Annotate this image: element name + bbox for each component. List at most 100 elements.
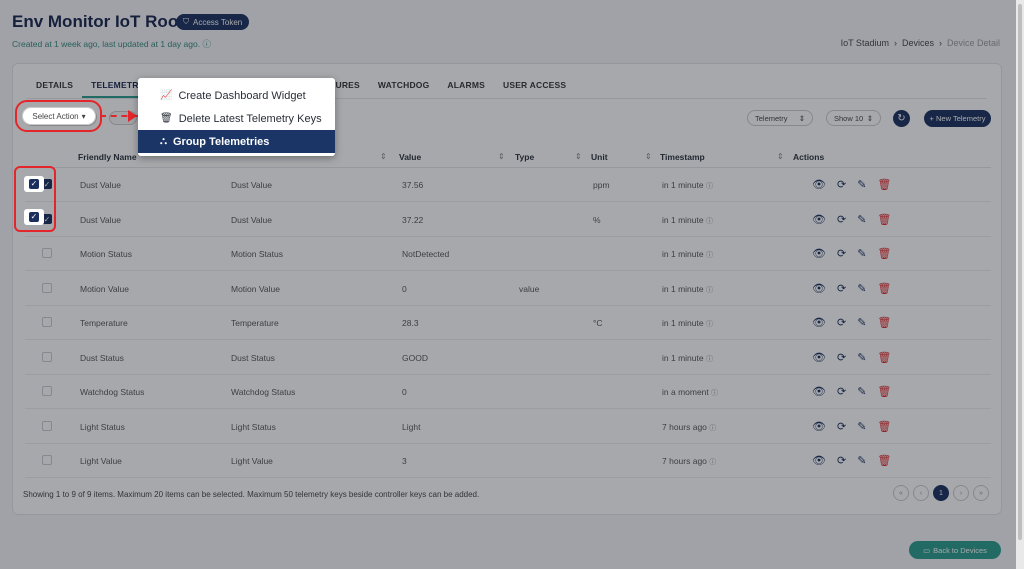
row-actions: 👁 ⟳ ✎ 🗑 <box>812 455 891 467</box>
col-unit[interactable]: Unit <box>591 152 608 162</box>
eye-icon[interactable]: 👁 <box>812 352 826 364</box>
eye-icon[interactable]: 👁 <box>812 455 826 467</box>
row-actions: 👁 ⟳ ✎ 🗑 <box>812 352 891 364</box>
tab-alarms[interactable]: ALARMS <box>438 78 494 98</box>
cell-timestamp: in 1 minute ⓘ <box>662 284 713 295</box>
timestamp-text: 7 hours ago <box>662 421 707 432</box>
breadcrumb-devices[interactable]: Devices <box>902 38 934 48</box>
trash-icon[interactable]: 🗑 <box>877 455 891 467</box>
row-checkbox[interactable] <box>42 282 52 293</box>
row-checkbox[interactable] <box>42 386 52 396</box>
pencil-icon[interactable]: ✎ <box>857 214 866 226</box>
trash-icon[interactable]: 🗑 <box>877 386 891 398</box>
access-token-badge[interactable]: ⛉ Access Token <box>176 14 250 30</box>
eye-icon[interactable]: 👁 <box>812 386 826 398</box>
back-to-devices-button[interactable]: ▭ Back to Devices <box>909 541 1001 559</box>
select-action-menu: 📈 Create Dashboard Widget 🗑 Delete Lates… <box>138 78 335 156</box>
row-checkbox[interactable] <box>42 455 52 465</box>
col-value[interactable]: Value <box>399 152 421 162</box>
row-actions: 👁 ⟳ ✎ 🗑 <box>812 179 891 191</box>
pencil-icon[interactable]: ✎ <box>857 248 866 260</box>
sort-icon[interactable]: ⇕ <box>645 152 652 161</box>
sync-icon[interactable]: ⟳ <box>837 455 846 467</box>
sort-icon[interactable]: ⇕ <box>498 152 505 161</box>
menu-item-create-dashboard-widget[interactable]: 📈 Create Dashboard Widget <box>138 84 335 107</box>
col-friendly-name[interactable]: Friendly Name <box>78 152 137 162</box>
eye-icon[interactable]: 👁 <box>812 421 826 433</box>
cell-friendly-name: Dust Value <box>80 180 121 190</box>
refresh-button[interactable]: ↻ <box>893 110 910 127</box>
cell-name: Temperature <box>231 318 279 328</box>
cell-name: Motion Status <box>231 249 283 259</box>
row-checkbox[interactable] <box>42 248 52 258</box>
trash-icon[interactable]: 🗑 <box>877 214 891 226</box>
row-checkbox[interactable] <box>42 420 52 431</box>
sync-icon[interactable]: ⟳ <box>837 283 846 295</box>
sort-icon[interactable]: ⇕ <box>575 152 582 161</box>
eye-icon[interactable]: 👁 <box>812 283 826 295</box>
telemetry-filter-select[interactable]: Telemetry ⇕ <box>747 110 813 126</box>
sync-icon[interactable]: ⟳ <box>837 352 846 364</box>
last-page-button[interactable]: » <box>973 485 989 501</box>
row-checkbox[interactable] <box>42 351 52 362</box>
prev-page-button[interactable]: ‹ <box>913 485 929 501</box>
sort-icon[interactable]: ⇕ <box>777 152 784 161</box>
pencil-icon[interactable]: ✎ <box>857 421 866 433</box>
eye-icon[interactable]: 👁 <box>812 179 826 191</box>
help-icon[interactable]: ⓘ <box>202 39 211 49</box>
row-checkbox[interactable] <box>42 317 52 327</box>
next-page-button[interactable]: › <box>953 485 969 501</box>
trash-icon[interactable]: 🗑 <box>877 352 891 364</box>
menu-item-delete-latest-telemetry-keys[interactable]: 🗑 Delete Latest Telemetry Keys <box>138 107 335 130</box>
sync-icon[interactable]: ⟳ <box>837 386 846 398</box>
eye-icon[interactable]: 👁 <box>812 317 826 329</box>
pointer-arrow-head <box>128 110 137 122</box>
eye-icon[interactable]: 👁 <box>812 248 826 260</box>
tab-details[interactable]: DETAILS <box>27 78 82 98</box>
show-count-select[interactable]: Show 10 ⇕ <box>826 110 881 126</box>
col-type[interactable]: Type <box>515 152 534 162</box>
sort-icon[interactable]: ⇕ <box>380 152 387 161</box>
clock-icon: ⓘ <box>709 424 717 432</box>
clock-icon: ⓘ <box>705 286 713 294</box>
telemetry-filter-label: Telemetry <box>755 113 788 123</box>
timestamp-text: in 1 minute <box>662 249 704 259</box>
pencil-icon[interactable]: ✎ <box>857 179 866 191</box>
trash-icon[interactable]: 🗑 <box>877 283 891 295</box>
row-checkbox[interactable]: ✓ <box>42 179 52 189</box>
eye-icon[interactable]: 👁 <box>812 214 826 226</box>
scrollbar-thumb[interactable] <box>1018 4 1022 540</box>
pencil-icon[interactable]: ✎ <box>857 283 866 295</box>
breadcrumb-iot-stadium[interactable]: IoT Stadium <box>841 38 889 48</box>
pencil-icon[interactable]: ✎ <box>857 386 866 398</box>
trash-icon[interactable]: 🗑 <box>877 317 891 329</box>
trash-icon[interactable]: 🗑 <box>877 179 891 191</box>
sync-icon[interactable]: ⟳ <box>837 248 846 260</box>
pencil-icon[interactable]: ✎ <box>857 352 866 364</box>
cell-value: 0 <box>402 387 407 397</box>
cell-unit: ppm <box>593 180 610 190</box>
sync-icon[interactable]: ⟳ <box>837 317 846 329</box>
trash-icon[interactable]: 🗑 <box>877 248 891 260</box>
new-telemetry-button[interactable]: + New Telemetry <box>924 110 991 127</box>
row-actions: 👁 ⟳ ✎ 🗑 <box>812 317 891 329</box>
pencil-icon[interactable]: ✎ <box>857 317 866 329</box>
table-row: Motion Status Motion Status NotDetected in … <box>25 237 991 271</box>
pencil-icon[interactable]: ✎ <box>857 455 866 467</box>
tab-watchdog[interactable]: WATCHDOG <box>369 78 439 98</box>
cell-name: Watchdog Status <box>231 387 296 397</box>
menu-item-group-telemetries[interactable]: ⛬ Group Telemetries <box>138 130 335 153</box>
sync-icon[interactable]: ⟳ <box>837 421 846 433</box>
col-timestamp[interactable]: Timestamp <box>660 152 705 162</box>
row-actions: 👁 ⟳ ✎ 🗑 <box>812 248 891 260</box>
page-button-1[interactable]: 1 <box>933 485 949 501</box>
trash-icon[interactable]: 🗑 <box>877 421 891 433</box>
show-count-label: Show 10 <box>834 113 864 123</box>
scrollbar[interactable] <box>1016 0 1024 569</box>
sync-icon[interactable]: ⟳ <box>837 214 846 226</box>
sync-icon[interactable]: ⟳ <box>837 179 846 191</box>
tab-user-access[interactable]: USER ACCESS <box>494 78 575 98</box>
first-page-button[interactable]: « <box>893 485 909 501</box>
table-summary: Showing 1 to 9 of 9 items. Maximum 20 it… <box>23 490 480 499</box>
row-checkbox[interactable]: ✓ <box>42 213 52 224</box>
